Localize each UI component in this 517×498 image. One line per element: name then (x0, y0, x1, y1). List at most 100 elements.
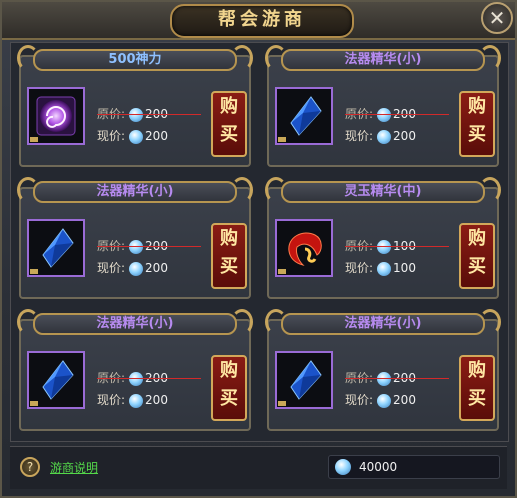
item-icon-slot[interactable] (27, 351, 85, 409)
buy-button[interactable]: 购 买 (459, 91, 495, 157)
current-price-value: 100 (393, 261, 416, 275)
strikethrough-line (345, 114, 449, 115)
item-icon-slot[interactable] (27, 87, 85, 145)
red-jade-icon (288, 232, 322, 266)
gem-icon (129, 393, 144, 408)
original-price-row: 原价: 200 (97, 369, 201, 387)
shop-item-card: 法器精华(小) 原价: 200 现价: 200 购 买 (15, 177, 255, 303)
help-link[interactable]: 游商说明 (50, 459, 98, 476)
strikethrough-line (97, 378, 201, 379)
item-icon-slot[interactable] (27, 219, 85, 277)
current-price-value: 200 (145, 129, 168, 143)
item-icon-slot[interactable] (275, 351, 333, 409)
item-name: 灵玉精华(中) (344, 184, 422, 199)
original-price-row: 原价: 200 (345, 105, 449, 123)
gem-icon (377, 261, 392, 276)
card-header: 500神力 (15, 45, 255, 73)
strikethrough-line (345, 378, 449, 379)
item-icon-slot[interactable] (275, 219, 333, 277)
footer-bar: ? 游商说明 40000 (10, 446, 507, 489)
item-name: 法器精华(小) (96, 316, 174, 331)
current-price-row: 现价: 200 (345, 127, 416, 145)
original-price-row: 原价: 200 (97, 105, 201, 123)
buy-label-top: 购 (220, 360, 238, 381)
strikethrough-line (345, 246, 449, 247)
blue-crystal-icon (290, 360, 322, 400)
original-price-row: 原价: 200 (345, 369, 449, 387)
current-price-label: 现价: (345, 129, 374, 143)
card-header: 法器精华(小) (263, 45, 503, 73)
current-price-label: 现价: (97, 261, 126, 275)
shop-item-card: 500神力 原价: 200 现价: 200 购 买 (15, 45, 255, 171)
close-icon: ✕ (488, 6, 506, 30)
buy-button[interactable]: 购 买 (211, 91, 247, 157)
blue-crystal-icon (42, 360, 74, 400)
current-price-value: 200 (393, 129, 416, 143)
card-header: 法器精华(小) (15, 177, 255, 205)
shop-item-card: 法器精华(小) 原价: 200 现价: 200 购 买 (15, 309, 255, 435)
blue-crystal-icon (290, 96, 322, 136)
buy-label-top: 购 (468, 96, 486, 117)
item-name: 法器精华(小) (96, 184, 174, 199)
current-price-value: 200 (145, 393, 168, 407)
slot-marker (278, 137, 286, 142)
currency-balance: 40000 (328, 455, 500, 479)
buy-label-bottom: 买 (468, 124, 486, 145)
current-price-label: 现价: (97, 393, 126, 407)
slot-marker (30, 401, 38, 406)
current-price-value: 200 (393, 393, 416, 407)
current-price-label: 现价: (345, 261, 374, 275)
gem-icon (129, 129, 144, 144)
buy-label-bottom: 买 (220, 388, 238, 409)
buy-button[interactable]: 购 买 (211, 355, 247, 421)
shop-item-card: 灵玉精华(中) 原价: 100 现价: 100 购 买 (263, 177, 503, 303)
item-name: 500神力 (108, 52, 162, 67)
strikethrough-line (97, 114, 201, 115)
current-price-value: 200 (145, 261, 168, 275)
buy-button[interactable]: 购 买 (459, 355, 495, 421)
item-name: 法器精华(小) (344, 316, 422, 331)
slot-marker (30, 137, 38, 142)
strikethrough-line (97, 246, 201, 247)
gem-icon (335, 459, 351, 475)
gem-icon (377, 129, 392, 144)
title-bar: 帮会游商 ✕ (2, 2, 515, 40)
buy-label-top: 购 (220, 228, 238, 249)
buy-button[interactable]: 购 买 (211, 223, 247, 289)
current-price-label: 现价: (97, 129, 126, 143)
current-price-row: 现价: 100 (345, 259, 416, 277)
card-header: 法器精华(小) (15, 309, 255, 337)
buy-label-bottom: 买 (220, 124, 238, 145)
buy-label-bottom: 买 (468, 388, 486, 409)
gem-icon (129, 261, 144, 276)
card-header: 灵玉精华(中) (263, 177, 503, 205)
window-title: 帮会游商 (170, 4, 354, 38)
slot-marker (30, 269, 38, 274)
card-header: 法器精华(小) (263, 309, 503, 337)
help-icon[interactable]: ? (20, 457, 40, 477)
current-price-row: 现价: 200 (97, 127, 168, 145)
shop-window: 帮会游商 ✕ 500神力 原价: 200 现价: 200 购 买 法器精华(小)… (0, 0, 517, 498)
buy-label-top: 购 (468, 228, 486, 249)
buy-label-top: 购 (220, 96, 238, 117)
current-price-row: 现价: 200 (97, 259, 168, 277)
close-button[interactable]: ✕ (481, 2, 513, 34)
current-price-row: 现价: 200 (345, 391, 416, 409)
buy-button[interactable]: 购 买 (459, 223, 495, 289)
buy-label-top: 购 (468, 360, 486, 381)
slot-marker (278, 401, 286, 406)
current-price-label: 现价: (345, 393, 374, 407)
buy-label-bottom: 买 (220, 256, 238, 277)
item-icon-slot[interactable] (275, 87, 333, 145)
items-panel: 500神力 原价: 200 现价: 200 购 买 法器精华(小) 原价: 20… (10, 42, 509, 442)
purple-orb-icon (36, 96, 76, 136)
original-price-row: 原价: 200 (97, 237, 201, 255)
current-price-row: 现价: 200 (97, 391, 168, 409)
slot-marker (278, 269, 286, 274)
item-name: 法器精华(小) (344, 52, 422, 67)
balance-value: 40000 (359, 460, 398, 474)
gem-icon (377, 393, 392, 408)
shop-item-card: 法器精华(小) 原价: 200 现价: 200 购 买 (263, 309, 503, 435)
shop-item-card: 法器精华(小) 原价: 200 现价: 200 购 买 (263, 45, 503, 171)
blue-crystal-icon (42, 228, 74, 268)
